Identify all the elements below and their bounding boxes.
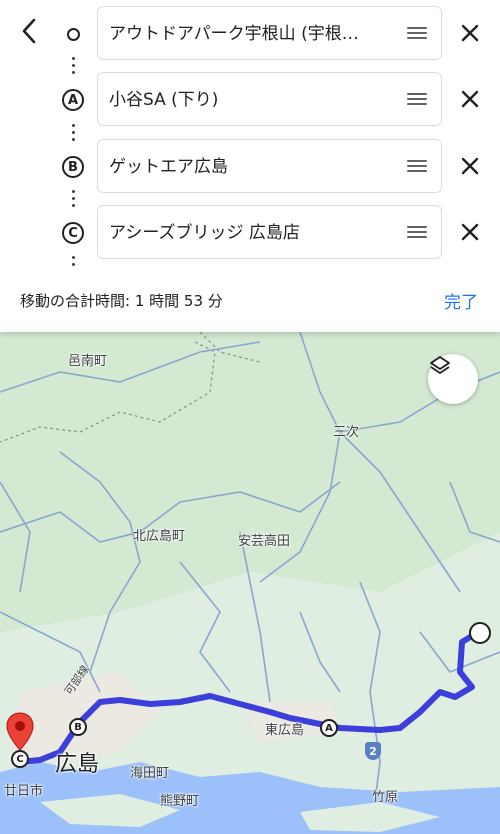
map-label-kitahiroshima: 北広島町 — [133, 529, 186, 544]
remove-stop-b-button[interactable] — [455, 151, 485, 181]
map-label-hatsukaichi: 廿日市 — [4, 784, 44, 799]
layers-button[interactable] — [428, 354, 478, 404]
layers-icon — [430, 356, 450, 374]
connector-dots — [72, 256, 75, 270]
close-icon — [461, 157, 479, 175]
stop-row-a: A 小谷SA (下り) — [0, 72, 500, 128]
map-label-kumano: 熊野町 — [160, 794, 200, 809]
total-travel-time: 移動の合計時間: 1 時間 53 分 — [20, 292, 223, 310]
remove-stop-a-button[interactable] — [455, 84, 485, 114]
stop-row-c: C アシーズブリッジ 広島店 — [0, 205, 500, 261]
close-icon — [461, 223, 479, 241]
directions-panel: アウトドアパーク宇根山 (宇根… A 小谷SA (下り) B ゲットエア広島 C — [0, 0, 500, 332]
waypoint-a-map-marker[interactable]: A — [320, 719, 338, 737]
waypoint-c-icon: C — [61, 221, 85, 245]
stop-row-origin: アウトドアパーク宇根山 (宇根… — [0, 6, 500, 62]
close-icon — [461, 90, 479, 108]
map-label-akitakata: 安芸高田 — [238, 534, 291, 549]
stop-a-text: 小谷SA (下り) — [109, 90, 219, 110]
done-button[interactable]: 完了 — [444, 288, 478, 313]
waypoint-b-icon: B — [61, 155, 85, 179]
drag-handle-icon[interactable] — [407, 27, 427, 41]
map-label-hiroshima: 広島 — [55, 752, 100, 777]
stop-b-text: ゲットエア広島 — [109, 157, 228, 177]
remove-stop-c-button[interactable] — [455, 217, 485, 247]
remove-origin-button[interactable] — [455, 18, 485, 48]
drag-handle-icon[interactable] — [407, 226, 427, 240]
close-icon — [461, 24, 479, 42]
waypoint-c-map-marker[interactable]: C — [11, 750, 29, 768]
waypoint-a-icon: A — [61, 88, 85, 112]
map-view[interactable]: 邑南町 三次 北広島町 安芸高田 東広島 広島 海田町 熊野町 廿日市 竹原 可… — [0, 332, 500, 834]
stop-c-field[interactable]: アシーズブリッジ 広島店 — [97, 205, 442, 259]
origin-map-marker[interactable] — [469, 622, 491, 644]
map-label-takehara: 竹原 — [372, 790, 399, 805]
stop-row-b: B ゲットエア広島 — [0, 139, 500, 195]
map-label-onan: 邑南町 — [68, 354, 108, 369]
origin-circle-icon — [61, 22, 85, 46]
map-label-miyoshi: 三次 — [333, 425, 360, 440]
drag-handle-icon[interactable] — [407, 93, 427, 107]
red-pin-icon[interactable] — [6, 712, 34, 752]
stop-a-field[interactable]: 小谷SA (下り) — [97, 72, 442, 126]
waypoint-b-map-marker[interactable]: B — [69, 718, 87, 736]
origin-field[interactable]: アウトドアパーク宇根山 (宇根… — [97, 6, 442, 60]
drag-handle-icon[interactable] — [407, 160, 427, 174]
map-label-higashihiroshima: 東広島 — [265, 723, 305, 738]
stop-c-text: アシーズブリッジ 広島店 — [109, 223, 300, 243]
map-label-kaita: 海田町 — [130, 766, 170, 781]
route-number-badge: 2 — [365, 742, 381, 760]
stop-b-field[interactable]: ゲットエア広島 — [97, 139, 442, 193]
origin-text: アウトドアパーク宇根山 (宇根… — [109, 24, 359, 44]
